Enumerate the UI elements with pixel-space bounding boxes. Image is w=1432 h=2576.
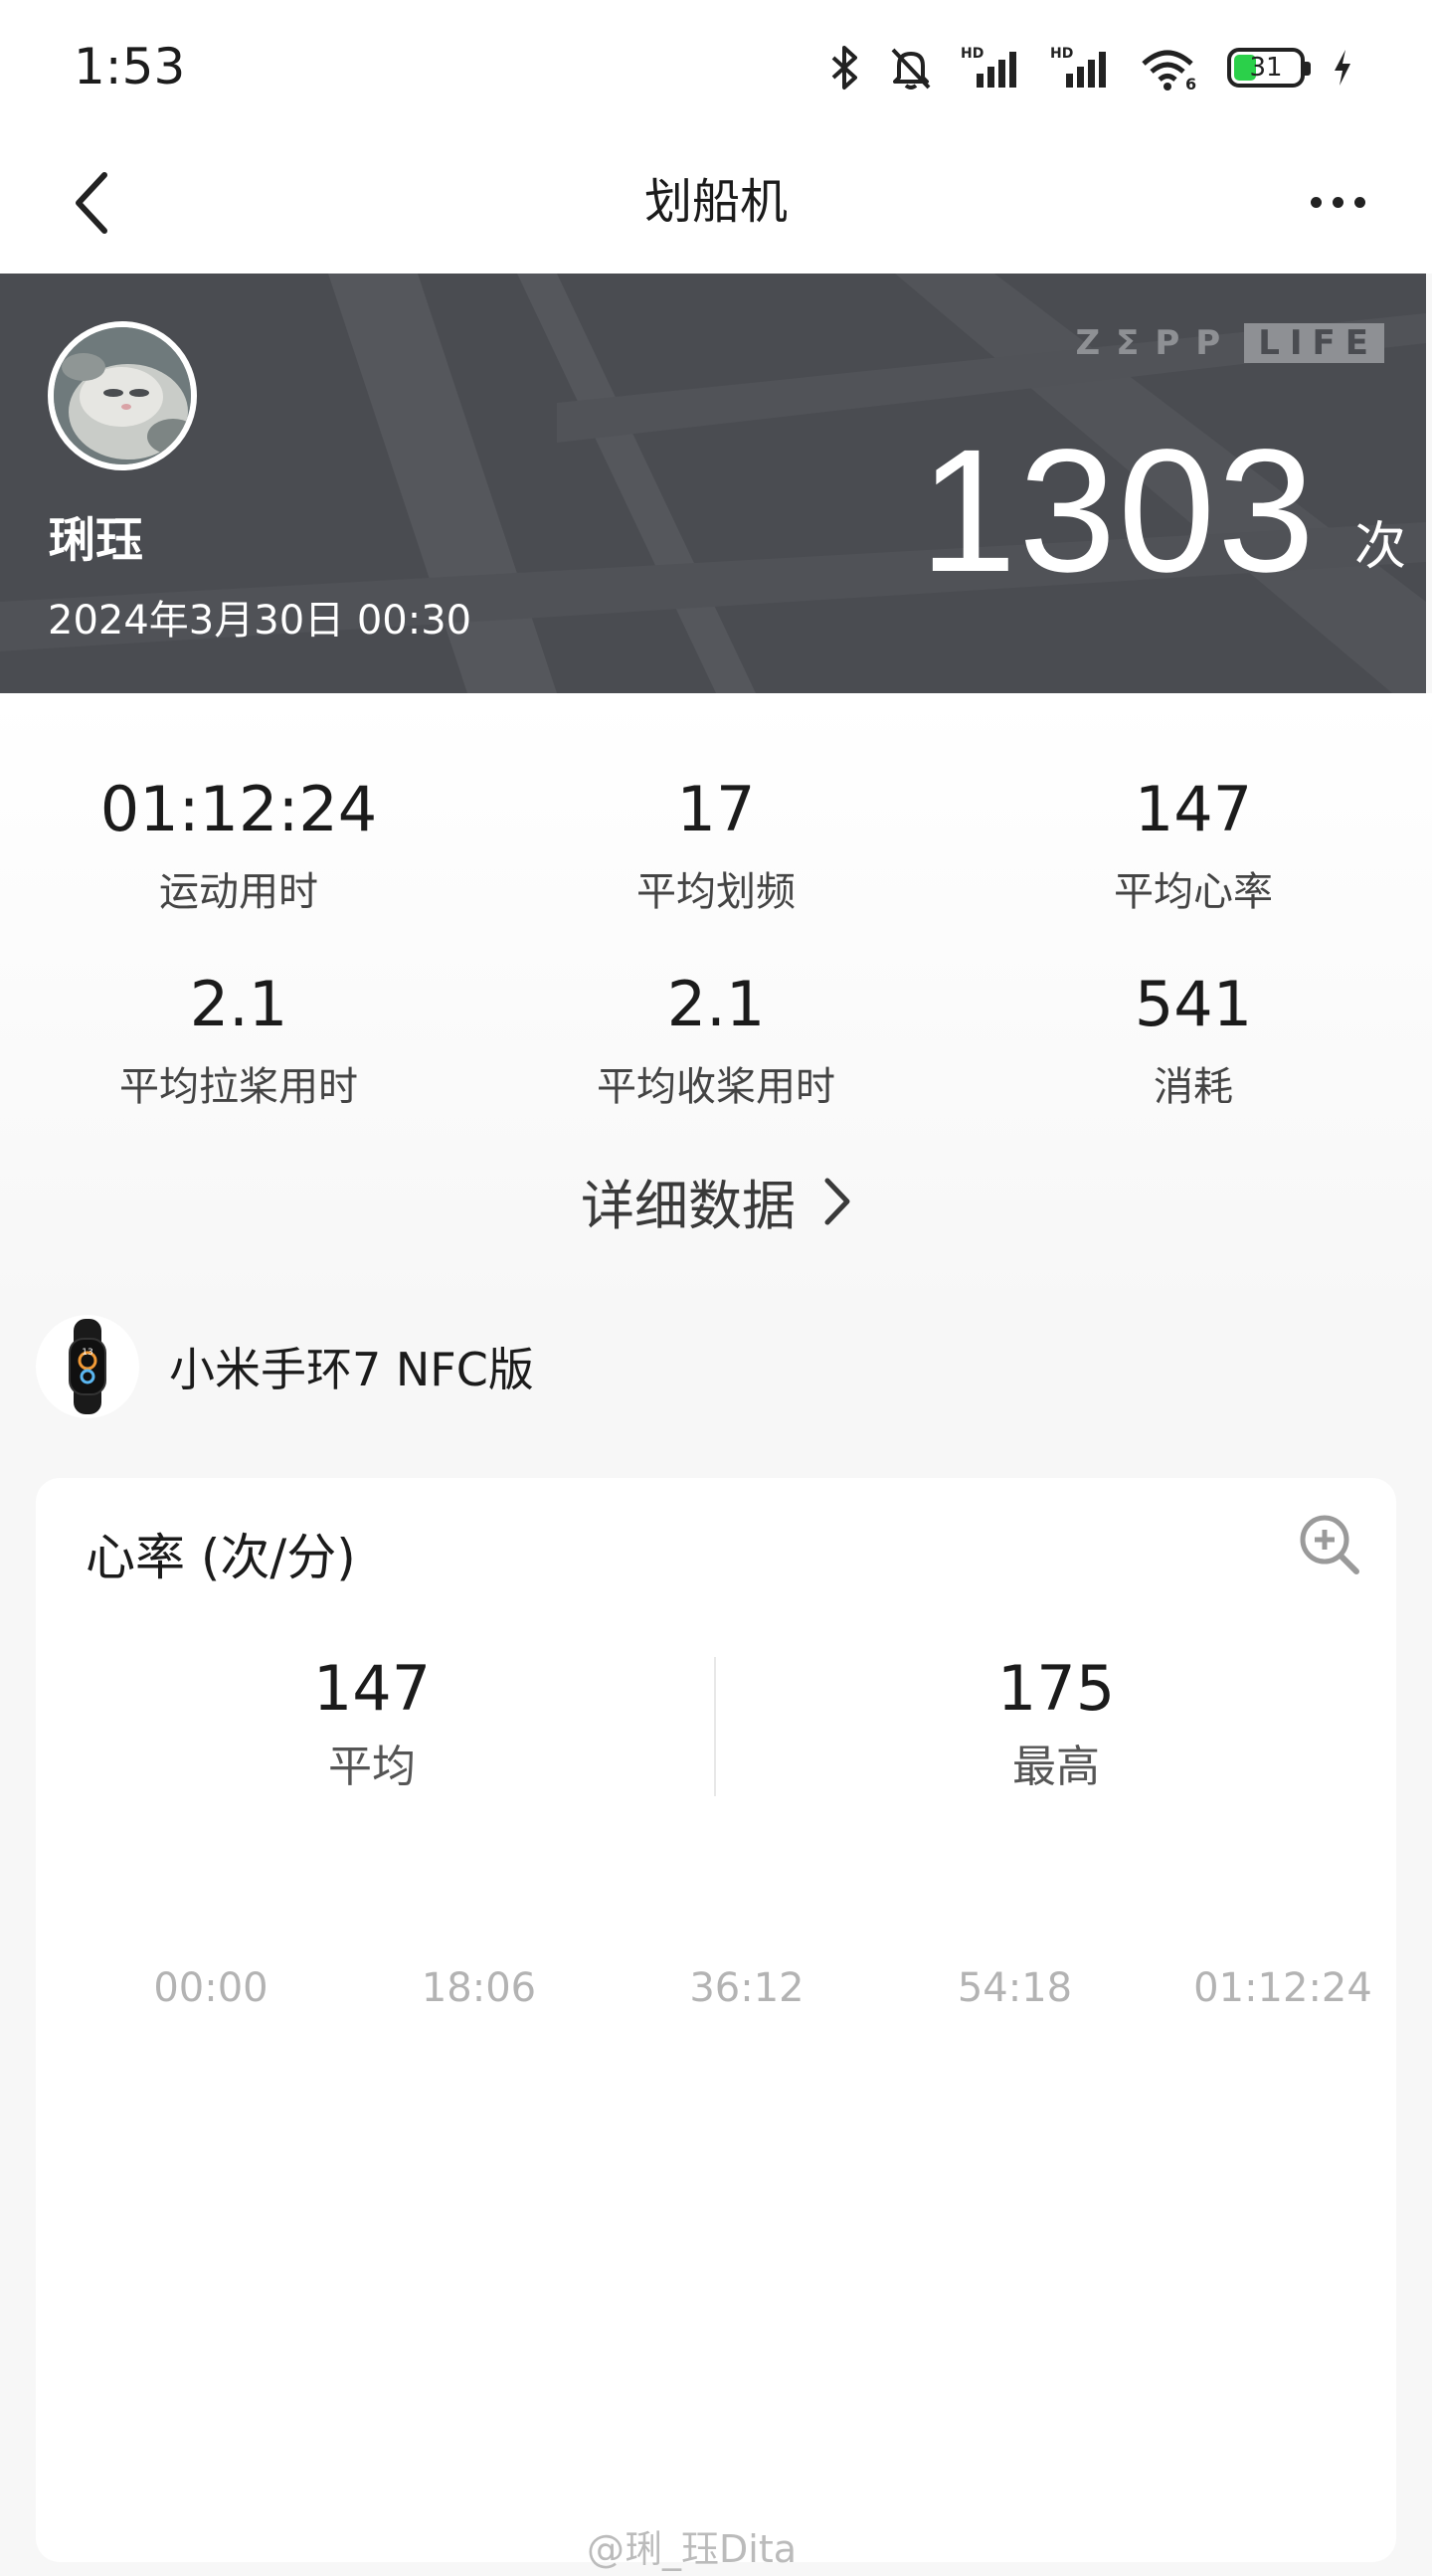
more-dot-icon	[1353, 196, 1365, 208]
stat-label: 平均拉桨用时	[119, 1064, 358, 1110]
stat-value: 541	[1134, 968, 1253, 1040]
brand-life: LIFE	[1244, 323, 1384, 363]
stat-value: 147	[1134, 773, 1253, 845]
chevron-right-icon	[824, 1178, 850, 1224]
wifi-6-icon: 6	[1142, 50, 1196, 92]
stat-label: 平均心率	[1114, 869, 1273, 915]
battery-level: 31	[1249, 53, 1283, 83]
workout-summary-banner: 琍珏 2024年3月30日 00:30 ZΣPP LIFE 1303 次	[0, 274, 1426, 693]
signal-hd-2-icon: HD	[1050, 46, 1106, 88]
stat-recovery-time: 2.1 平均收桨用时	[507, 968, 925, 1112]
charging-bolt-icon	[1335, 50, 1350, 86]
brand-zepp: ZΣPP	[1075, 323, 1237, 363]
more-options-button[interactable]	[1293, 162, 1382, 242]
stat-value: 2.1	[666, 968, 766, 1040]
stat-label: 运动用时	[159, 869, 318, 915]
smart-band-icon: 13	[36, 1315, 139, 1418]
status-icons: HD HD 6 31	[827, 38, 1354, 97]
silent-bell-icon	[891, 48, 931, 90]
stat-label: 平均划频	[636, 869, 796, 915]
stat-pull-time: 2.1 平均拉桨用时	[30, 968, 448, 1112]
user-name: 琍珏	[48, 512, 144, 568]
heart-rate-chart: 180152125987000:0018:0636:1254:1801:12:2…	[153, 1965, 1372, 2011]
x-tick-label: 36:12	[689, 1965, 804, 2011]
stat-heart-rate: 147 平均心率	[984, 773, 1402, 917]
signal-hd-1-icon: HD	[961, 46, 1016, 88]
band-face-text: 13	[82, 1348, 92, 1358]
stat-label: 平均收桨用时	[597, 1064, 835, 1110]
stat-value: 01:12:24	[99, 773, 378, 845]
workout-datetime: 2024年3月30日 00:30	[48, 598, 472, 644]
stat-value: 2.1	[189, 968, 288, 1040]
stroke-unit: 次	[1353, 517, 1406, 577]
device-row[interactable]: 13 小米手环7 NFC版	[36, 1315, 534, 1418]
stroke-count: 1303	[919, 414, 1317, 609]
details-link-label: 详细数据	[581, 1175, 796, 1237]
x-tick-label: 54:18	[958, 1965, 1072, 2011]
stat-value: 17	[676, 773, 756, 845]
status-bar: 1:53 HD HD 6 31	[0, 0, 1432, 134]
more-dot-icon	[1332, 196, 1343, 208]
zepp-life-logo: ZΣPP LIFE	[1075, 323, 1384, 363]
x-tick-label: 01:12:24	[1193, 1965, 1372, 2011]
x-tick-label: 00:00	[153, 1965, 268, 2011]
signal-hd-label-2: HD	[1050, 46, 1073, 62]
wifi-6-label: 6	[1185, 75, 1196, 92]
status-time: 1:53	[74, 38, 186, 95]
battery-cap	[1305, 62, 1311, 76]
nav-bar: 划船机	[0, 134, 1432, 274]
stat-label: 消耗	[1154, 1064, 1233, 1110]
x-tick-label: 18:06	[422, 1965, 536, 2011]
bluetooth-icon	[831, 46, 857, 90]
battery-icon: 31	[1227, 48, 1311, 88]
more-dot-icon	[1310, 196, 1322, 208]
details-link[interactable]: 详细数据	[0, 1162, 1432, 1240]
weibo-watermark: @琍_珏Dita	[587, 2527, 798, 2571]
page-title: 划船机	[643, 174, 788, 230]
device-name: 小米手环7 NFC版	[169, 1343, 534, 1396]
user-avatar[interactable]	[48, 321, 197, 470]
stat-stroke-rate: 17 平均划频	[507, 773, 925, 917]
stat-duration: 01:12:24 运动用时	[30, 773, 448, 917]
signal-hd-label: HD	[961, 46, 984, 62]
heart-rate-card: 心率 (次/分) 147 平均 175 最高 180152125987000:0…	[36, 1478, 1396, 2562]
stat-calories: 541 消耗	[984, 968, 1402, 1112]
